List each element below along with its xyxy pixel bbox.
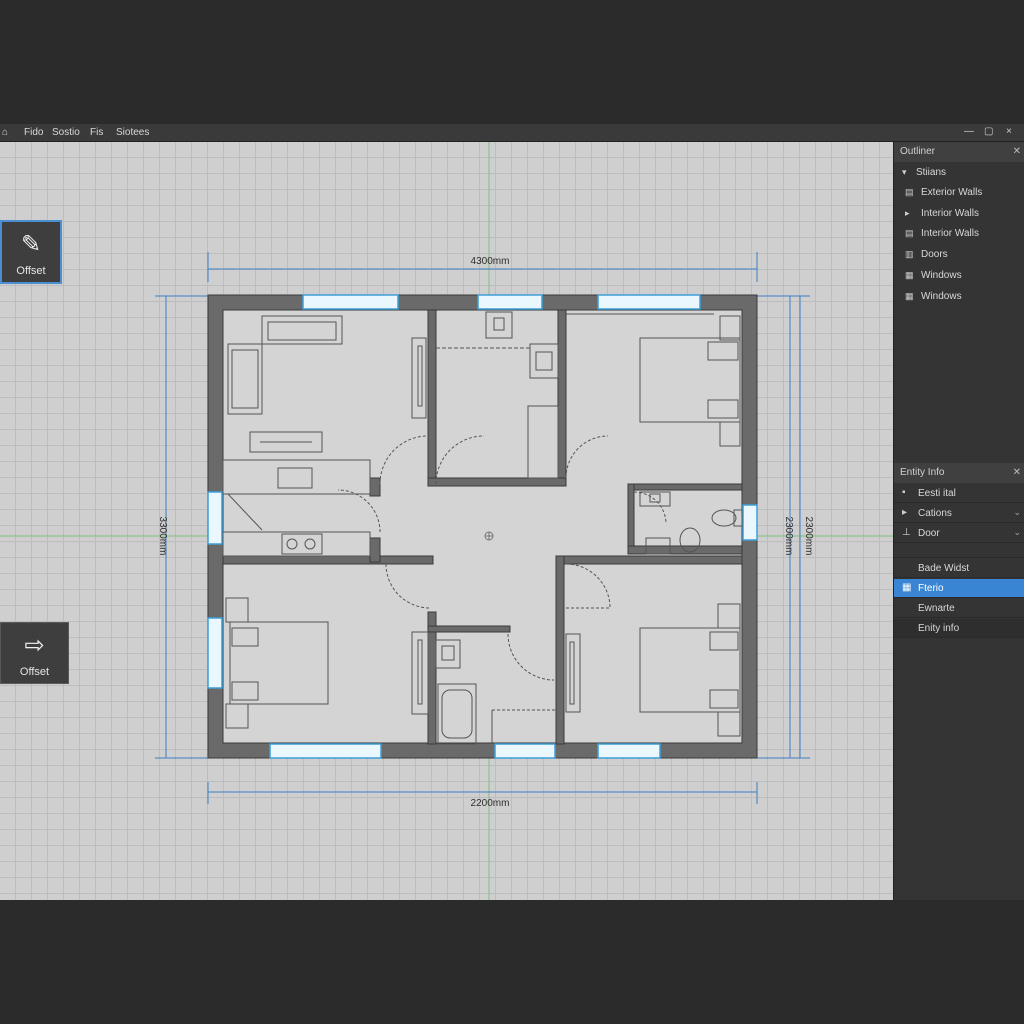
- chevron-down-icon[interactable]: ⌄: [1013, 527, 1021, 538]
- entity-row-separator: [894, 544, 1024, 558]
- entity-row-label: Cations: [918, 508, 952, 519]
- offset-tool-button[interactable]: ✎ Offset: [0, 220, 62, 284]
- right-sidebar: Outliner ✕ ▾ Stiians ▤ Exterior Walls ▸ …: [893, 142, 1024, 900]
- grid-icon: ▦: [902, 582, 912, 593]
- entity-row-label: Door: [918, 528, 940, 539]
- outliner-item-label: Windows: [921, 270, 962, 281]
- floor-area: [208, 295, 757, 758]
- menu-edit[interactable]: Sostio: [52, 127, 80, 138]
- floor-plan: 4300mm 2200mm 3300mm 2300mm 2300mm: [0, 142, 893, 900]
- entity-row-cations[interactable]: ▸ Cations ⌄: [894, 504, 1024, 523]
- app-cube-icon[interactable]: ⌂: [2, 127, 8, 138]
- maximize-button[interactable]: ▢: [984, 126, 993, 137]
- outliner-item-sections[interactable]: ▾ Stiians: [894, 163, 1024, 183]
- dim-label-right-a: 2300mm: [783, 517, 794, 556]
- door-icon: ▥: [905, 249, 914, 259]
- minimize-button[interactable]: —: [964, 126, 974, 137]
- entity-row-label: Bade Widst: [918, 563, 970, 574]
- outliner-item-label: Exterior Walls: [921, 187, 983, 198]
- entity-info-header: Entity Info ✕: [894, 463, 1024, 483]
- entity-row-fterio[interactable]: ▦ Fterio: [894, 579, 1024, 598]
- window-icon: ▦: [905, 270, 914, 280]
- offset-tool-label: Offset: [16, 265, 46, 277]
- outliner-title: Outliner: [900, 146, 936, 157]
- offset-eraser-icon: ✎: [20, 231, 42, 258]
- outliner-item-windows[interactable]: ▦ Windows: [894, 266, 1024, 286]
- chevron-down-icon[interactable]: ⌄: [1013, 507, 1021, 518]
- entity-row-label: Ewnarte: [918, 603, 955, 614]
- outliner-item-windows-2[interactable]: ▦ Windows: [894, 287, 1024, 307]
- dim-label-left: 3300mm: [157, 517, 168, 556]
- dim-label-right-b: 2300mm: [803, 517, 814, 556]
- outliner-item-exterior-walls[interactable]: ▤ Exterior Walls: [894, 183, 1024, 203]
- door-icon: ⊥: [902, 527, 911, 538]
- outliner-item-label: Doors: [921, 249, 948, 260]
- outliner-item-label: Windows: [921, 291, 962, 302]
- expand-icon: ▸: [902, 507, 908, 518]
- outliner-header: Outliner ✕: [894, 142, 1024, 162]
- entity-row-entity-info[interactable]: Enity info: [894, 619, 1024, 638]
- window-icon: ▦: [905, 291, 914, 301]
- wall-icon: ▤: [905, 228, 914, 238]
- menu-file[interactable]: Fido: [24, 127, 43, 138]
- outliner-item-label: Interior Walls: [921, 228, 979, 239]
- outliner-item-interior-walls[interactable]: ▸ Interior Walls: [894, 204, 1024, 224]
- menu-view[interactable]: Fis: [90, 127, 103, 138]
- entity-row-label: Enity info: [918, 623, 960, 634]
- entity-info-close-icon[interactable]: ✕: [1013, 467, 1021, 478]
- outliner-item-doors[interactable]: ▥ Doors: [894, 245, 1024, 265]
- dim-label-top: 4300mm: [471, 256, 510, 267]
- drawing-canvas[interactable]: 4300mm 2200mm 3300mm 2300mm 2300mm: [0, 142, 893, 900]
- menu-bar: ⌂ Fido Sostio Fis Siotees — ▢ ×: [0, 124, 1024, 142]
- menu-tools[interactable]: Siotees: [116, 127, 149, 138]
- dim-label-bottom: 2200mm: [471, 798, 510, 809]
- offset-arrow-icon: ⇨: [24, 632, 45, 659]
- entity-row-edit[interactable]: ▪ Eesti ital: [894, 484, 1024, 503]
- entity-row-label: Fterio: [918, 583, 944, 594]
- pencil-icon: ▪: [902, 487, 906, 498]
- entity-info-title: Entity Info: [900, 467, 945, 478]
- section-icon: ▾: [902, 167, 907, 177]
- wall-icon: ▸: [905, 208, 910, 218]
- offset-tool-button-2[interactable]: ⇨ Offset: [0, 622, 69, 684]
- outliner-item-label: Interior Walls: [921, 208, 979, 219]
- entity-row-bade-width[interactable]: Bade Widst: [894, 559, 1024, 578]
- outliner-close-icon[interactable]: ✕: [1013, 146, 1021, 157]
- outliner-item-label: Stiians: [916, 167, 947, 178]
- entity-row-door[interactable]: ⊥ Door ⌄: [894, 524, 1024, 543]
- entity-row-label: Eesti ital: [918, 488, 956, 499]
- outliner-item-interior-walls-2[interactable]: ▤ Interior Walls: [894, 224, 1024, 244]
- wall-icon: ▤: [905, 187, 914, 197]
- close-button[interactable]: ×: [1006, 126, 1012, 137]
- entity-row-ewnarte[interactable]: Ewnarte: [894, 599, 1024, 618]
- offset-tool-label-2: Offset: [19, 666, 50, 678]
- cad-app-window: ⌂ Fido Sostio Fis Siotees — ▢ × 4300mm 2…: [0, 124, 1024, 900]
